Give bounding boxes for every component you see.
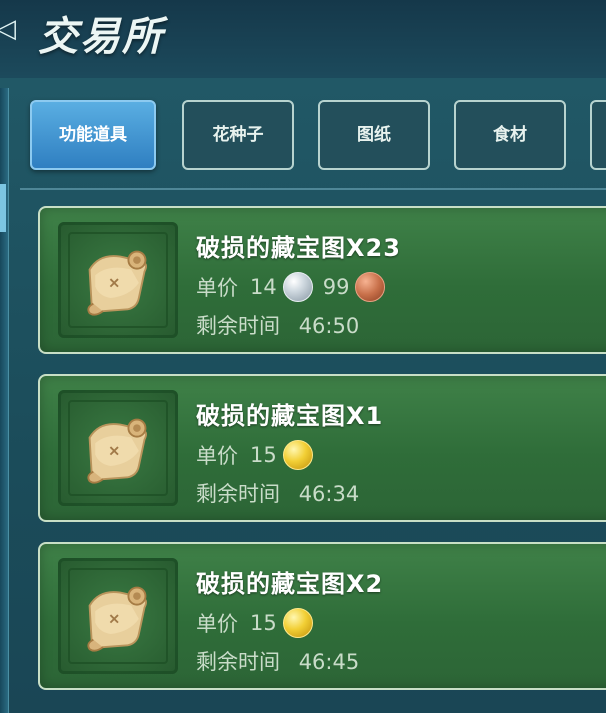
side-scroll-thumb[interactable]	[0, 184, 6, 232]
price-label: 单价	[196, 276, 238, 300]
price-label: 单价	[196, 444, 238, 468]
gold-coin-icon	[282, 608, 313, 638]
time-row: 剩余时间 46:45	[196, 646, 359, 676]
item-name: 破损的藏宝图X2	[196, 570, 384, 598]
tab-blueprints[interactable]: 图纸	[318, 100, 430, 170]
tab-label: 食材	[493, 125, 527, 145]
tab-label: 花种子	[212, 125, 264, 145]
price-amount: 15	[250, 611, 277, 635]
time-left-label: 剩余时间	[196, 650, 280, 674]
price-row: 单价 14 99	[196, 270, 395, 304]
tab-ingredients[interactable]: 食材	[454, 100, 566, 170]
price-row: 单价 15	[196, 438, 323, 472]
back-arrow-icon[interactable]: ◁	[0, 14, 18, 44]
silver-coin-icon	[282, 272, 313, 302]
page-title: 交易所	[38, 14, 164, 60]
treasure-map-scroll-icon	[87, 250, 147, 316]
listing-card[interactable]: 破损的藏宝图X23 单价 14 99 剩余时间 46:50	[38, 206, 606, 354]
price-amount: 99	[322, 275, 350, 299]
copper-coin-icon	[355, 272, 386, 302]
price-amount: 14	[250, 275, 277, 299]
header-bar: ◁ 交易所	[0, 0, 606, 78]
tab-functional-items[interactable]: 功能道具	[30, 100, 156, 170]
gold-coin-icon	[282, 440, 313, 470]
treasure-map-scroll-icon	[87, 418, 147, 484]
tab-divider	[20, 188, 606, 190]
category-tabs: 功能道具 花种子 图纸 食材	[30, 100, 606, 180]
tab-flower-seeds[interactable]: 花种子	[182, 100, 294, 170]
item-name: 破损的藏宝图X1	[196, 402, 384, 430]
tab-label: 功能道具	[59, 125, 127, 145]
treasure-map-scroll-icon	[87, 586, 147, 652]
time-left-value: 46:50	[298, 314, 360, 338]
listing-card[interactable]: 破损的藏宝图X2 单价 15 剩余时间 46:45	[38, 542, 606, 690]
listing-card[interactable]: 破损的藏宝图X1 单价 15 剩余时间 46:34	[38, 374, 606, 522]
item-thumbnail	[58, 558, 178, 674]
time-left-value: 46:45	[298, 650, 360, 674]
time-row: 剩余时间 46:50	[196, 310, 359, 340]
tab-label: 图纸	[357, 125, 391, 145]
price-label: 单价	[196, 612, 238, 636]
tab-more[interactable]	[590, 100, 606, 170]
time-left-label: 剩余时间	[196, 482, 280, 506]
item-thumbnail	[58, 222, 178, 338]
side-scrollbar[interactable]	[0, 88, 9, 713]
item-name: 破损的藏宝图X23	[196, 234, 401, 262]
price-row: 单价 15	[196, 606, 323, 640]
price-amount: 15	[250, 443, 277, 467]
time-left-value: 46:34	[298, 482, 360, 506]
item-thumbnail	[58, 390, 178, 506]
time-left-label: 剩余时间	[196, 314, 280, 338]
time-row: 剩余时间 46:34	[196, 478, 359, 508]
